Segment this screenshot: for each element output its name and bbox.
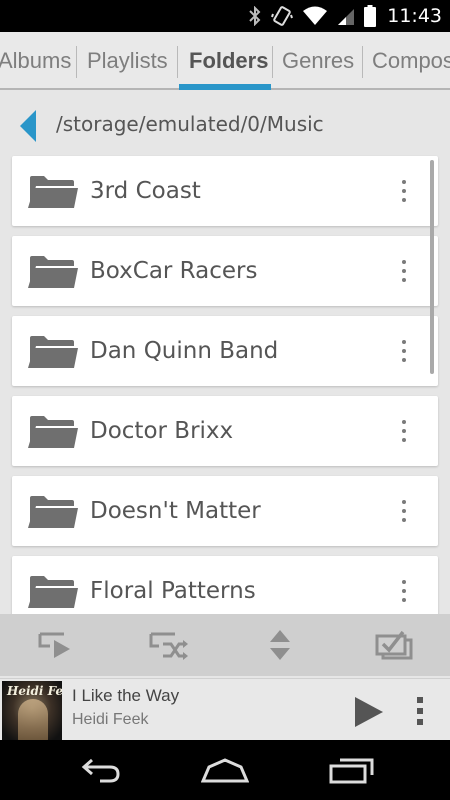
folder-name: Doctor Brixx — [90, 418, 234, 444]
tab-separator — [272, 46, 273, 78]
battery-icon — [364, 5, 377, 27]
vibrate-icon — [271, 6, 294, 26]
tab-playlists[interactable]: Playlists — [87, 32, 168, 90]
nav-home-button[interactable] — [196, 752, 254, 788]
folder-name: Floral Patterns — [90, 578, 256, 604]
music-app: Albums Playlists Folders Genres Composer… — [0, 32, 450, 740]
folder-name: 3rd Coast — [90, 178, 201, 204]
folder-name: Doesn't Matter — [90, 498, 261, 524]
overflow-menu-icon[interactable] — [400, 260, 408, 282]
folder-item[interactable]: BoxCar Racers — [12, 236, 438, 306]
tab-genres[interactable]: Genres — [282, 32, 354, 90]
back-triangle-icon[interactable] — [20, 110, 36, 142]
overflow-menu-icon[interactable] — [400, 180, 408, 202]
overflow-menu-icon[interactable] — [400, 500, 408, 522]
folder-icon — [28, 576, 78, 608]
current-path: /storage/emulated/0/Music — [56, 112, 324, 136]
track-artist: Heidi Feek — [72, 711, 149, 728]
nav-back-button[interactable] — [72, 752, 128, 788]
nav-recent-apps-button[interactable] — [322, 752, 380, 788]
folder-icon — [28, 336, 78, 368]
overflow-menu-icon[interactable] — [400, 420, 408, 442]
folder-icon — [28, 416, 78, 448]
play-all-icon — [38, 632, 70, 658]
play-icon[interactable] — [352, 695, 386, 729]
folder-item[interactable]: Dan Quinn Band — [12, 316, 438, 386]
folder-name: BoxCar Racers — [90, 258, 258, 284]
folder-item[interactable]: Doctor Brixx — [12, 396, 438, 466]
folder-item[interactable]: 3rd Coast — [12, 156, 438, 226]
recent-apps-icon — [329, 758, 374, 784]
select-all-button[interactable] — [338, 614, 450, 676]
now-playing-menu-icon[interactable] — [414, 697, 426, 725]
status-icons: 11:43 — [248, 0, 442, 32]
overflow-menu-icon[interactable] — [400, 340, 408, 362]
back-icon — [81, 758, 120, 783]
sort-icon — [270, 630, 290, 660]
album-art-text: Heidi Feek — [7, 684, 62, 698]
tab-folders[interactable]: Folders — [189, 32, 268, 90]
album-art[interactable]: Heidi Feek — [2, 681, 62, 740]
tab-separator — [76, 46, 77, 78]
folder-item[interactable]: Floral Patterns — [12, 556, 438, 614]
now-playing-bar[interactable]: Heidi Feek I Like the Way Heidi Feek — [0, 678, 450, 740]
status-bar: 11:43 — [0, 0, 450, 32]
sort-button[interactable] — [224, 614, 336, 676]
folder-name: Dan Quinn Band — [90, 338, 279, 364]
signal-icon — [338, 9, 355, 25]
folder-list: 3rd Coast BoxCar Racers Dan Quinn Band D… — [0, 154, 450, 614]
folder-icon — [28, 496, 78, 528]
category-tabs: Albums Playlists Folders Genres Composer… — [0, 32, 450, 90]
select-all-icon — [375, 630, 413, 660]
folder-item[interactable]: Doesn't Matter — [12, 476, 438, 546]
folder-path-bar: /storage/emulated/0/Music — [0, 108, 450, 148]
tab-albums[interactable]: Albums — [0, 32, 71, 90]
active-tab-indicator — [179, 84, 271, 90]
tab-separator — [177, 46, 178, 78]
track-title: I Like the Way — [72, 686, 180, 705]
folder-icon — [28, 256, 78, 288]
play-all-button[interactable] — [0, 614, 112, 676]
navigation-bar — [0, 740, 450, 800]
overflow-menu-icon[interactable] — [400, 580, 408, 602]
shuffle-all-icon — [149, 632, 188, 660]
list-scrollbar[interactable] — [430, 160, 434, 374]
bluetooth-icon — [249, 6, 261, 26]
bottom-toolbar — [0, 614, 450, 676]
status-time: 11:43 — [387, 5, 442, 27]
home-icon — [201, 758, 249, 783]
folder-icon — [28, 176, 78, 208]
album-art-figure — [18, 699, 48, 740]
wifi-icon — [303, 6, 328, 25]
tab-separator — [362, 46, 363, 78]
shuffle-all-button[interactable] — [112, 614, 224, 676]
tab-composers[interactable]: Composers — [372, 32, 450, 90]
